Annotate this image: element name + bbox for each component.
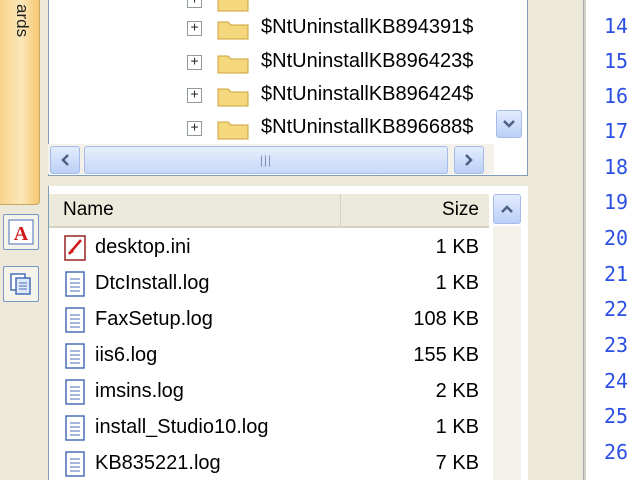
pane-splitter[interactable]: [48, 176, 528, 186]
line-number: 26: [604, 440, 629, 464]
tree-item-label: $NtUninstallKB896688$: [261, 116, 474, 138]
file-name: KB835221.log: [95, 452, 221, 474]
red-a-icon: A: [8, 219, 34, 245]
line-number: 21: [604, 262, 629, 286]
list-header: Name Size: [49, 194, 489, 228]
file-row[interactable]: KB835221.log 7 KB: [49, 446, 489, 480]
ini-file-icon: [64, 235, 86, 261]
line-number: 17: [604, 119, 629, 143]
line-number: 25: [604, 404, 629, 428]
file-name: imsins.log: [95, 380, 184, 402]
column-header-name[interactable]: Name: [49, 194, 341, 226]
line-number: 20: [604, 226, 629, 250]
file-row[interactable]: imsins.log 2 KB: [49, 374, 489, 410]
text-file-icon: [65, 451, 85, 477]
line-number: 19: [604, 190, 629, 214]
text-file-icon: [65, 271, 85, 297]
folder-icon: [217, 121, 249, 140]
tree-item-label: $NtUninstallKB894391$: [261, 16, 474, 38]
file-size: 155 KB: [413, 344, 479, 366]
vertical-tab-label: ards: [13, 4, 32, 38]
expand-icon[interactable]: +: [187, 88, 202, 103]
file-name: desktop.ini: [95, 236, 191, 258]
line-number: 15: [604, 49, 629, 73]
file-name: iis6.log: [95, 344, 158, 366]
line-number: 23: [604, 333, 629, 357]
documents-icon: [10, 273, 31, 295]
file-row[interactable]: install_Studio10.log 1 KB: [49, 410, 489, 446]
file-list[interactable]: Name Size desktop.ini 1 KB DtcInstall.lo…: [48, 186, 528, 480]
line-number: 22: [604, 297, 629, 321]
tree-horizontal-scrollbar[interactable]: |||: [48, 144, 494, 174]
expand-icon[interactable]: +: [187, 55, 202, 70]
file-size: 1 KB: [435, 416, 479, 438]
chevron-right-icon: [465, 154, 473, 166]
tree-item-label: $NtUninstallKB896423$: [261, 50, 474, 72]
expand-icon: +: [187, 0, 202, 8]
folder-icon: [217, 21, 249, 40]
expand-icon[interactable]: +: [187, 21, 202, 36]
file-row[interactable]: FaxSetup.log 108 KB: [49, 302, 489, 338]
tree-item-label: $NtUninstallKB896424$: [261, 83, 474, 105]
scroll-thumb[interactable]: |||: [84, 146, 448, 174]
line-number: 18: [604, 155, 629, 179]
file-size: 1 KB: [435, 236, 479, 258]
file-name: install_Studio10.log: [95, 416, 269, 438]
list-scroll-up-button[interactable]: [493, 194, 521, 224]
file-row[interactable]: DtcInstall.log 1 KB: [49, 266, 489, 302]
tree-item[interactable]: + $NtUninstallKB896423$: [49, 46, 527, 78]
line-number: 14: [604, 14, 629, 38]
panel-gap: [528, 0, 584, 480]
svg-text:A: A: [14, 223, 29, 245]
folder-icon: [217, 55, 249, 74]
tree-scroll-down-button[interactable]: [496, 110, 522, 138]
file-row[interactable]: desktop.ini 1 KB: [49, 230, 489, 266]
text-file-icon: [65, 379, 85, 405]
text-file-icon: [65, 415, 85, 441]
vertical-tab[interactable]: ards: [0, 0, 40, 205]
line-number-gutter: 14 15 16 17 18 19 20 21 22 23 24 25 26: [584, 0, 640, 480]
tree-item[interactable]: + $NtUninstallKB896424$: [49, 79, 527, 111]
line-number: 16: [604, 84, 629, 108]
file-name: DtcInstall.log: [95, 272, 210, 294]
column-header-size[interactable]: Size: [343, 194, 489, 226]
documents-button[interactable]: [3, 266, 39, 302]
list-scroll-track[interactable]: [493, 226, 521, 480]
file-size: 108 KB: [413, 308, 479, 330]
scroll-right-button[interactable]: [454, 146, 484, 174]
file-size: 7 KB: [435, 452, 479, 474]
text-file-icon: [65, 343, 85, 369]
file-size: 1 KB: [435, 272, 479, 294]
folder-icon: [217, 0, 249, 12]
chevron-up-icon: [501, 205, 513, 213]
red-a-button[interactable]: A: [3, 214, 39, 250]
file-name: FaxSetup.log: [95, 308, 213, 330]
folder-icon: [217, 88, 249, 107]
tree-item[interactable]: + $NtUninstallKB896688$: [49, 112, 527, 144]
file-size: 2 KB: [435, 380, 479, 402]
chevron-left-icon: [61, 154, 69, 166]
scroll-left-button[interactable]: [50, 146, 80, 174]
expand-icon[interactable]: +: [187, 121, 202, 136]
tree-item[interactable]: + $NtUninstallKB894391$: [49, 12, 527, 44]
line-number: 24: [604, 369, 629, 393]
text-file-icon: [65, 307, 85, 333]
chevron-down-icon: [503, 120, 515, 128]
left-side-panel: ards A: [0, 0, 42, 480]
file-row[interactable]: iis6.log 155 KB: [49, 338, 489, 374]
